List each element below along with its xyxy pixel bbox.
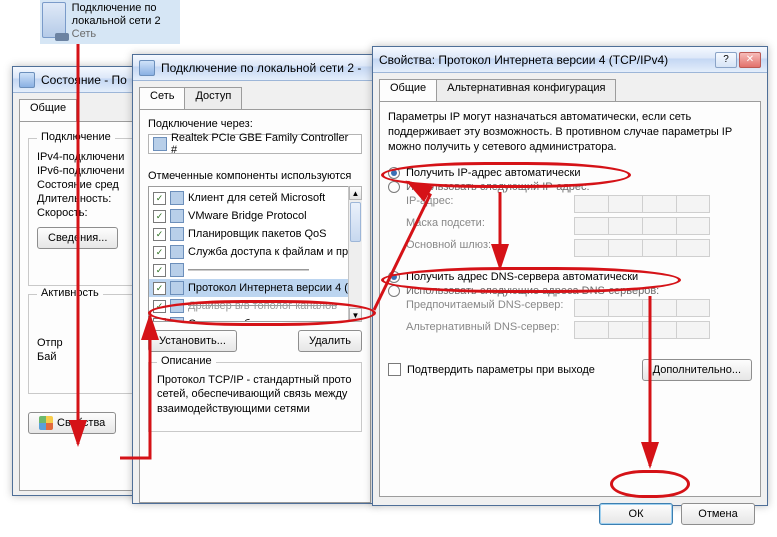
speed-label: Скорость: [37,207,88,219]
checkbox[interactable]: ✓ [153,192,166,205]
validate-checkbox[interactable] [388,363,401,376]
help-button[interactable]: ? [715,52,737,68]
list-item[interactable]: ✓——————————— [149,261,361,279]
validate-label: Подтвердить параметры при выходе [407,364,595,376]
dns2-field [574,321,724,339]
scroll-thumb[interactable] [350,202,361,242]
status-window: Состояние - По Общие Подключение IPv4-по… [12,66,152,496]
ip-label: IP-адрес: [406,195,566,213]
component-icon [170,245,184,259]
checkbox[interactable]: ✓ [153,264,166,277]
list-item-tcpipv4[interactable]: ✓Протокол Интернета версии 4 ( [149,279,361,297]
status-title: Состояние - По [41,73,127,87]
cancel-button[interactable]: Отмена [681,503,755,525]
checkbox[interactable]: ✓ [153,300,166,313]
dns2-label: Альтернативный DNS-сервер: [406,321,566,339]
adapter-name: Realtek PCIe GBE Family Controller # [171,132,357,156]
close-button[interactable]: ✕ [739,52,761,68]
radio-ip-manual-label: Использовать следующий IP-адрес: [406,181,590,193]
components-label: Отмеченные компоненты используются [148,170,362,182]
group-connection: Подключение [37,131,115,143]
media-label: Состояние сред [37,179,119,191]
intro-text: Параметры IP могут назначаться автоматич… [388,110,752,155]
ipv4-title: Свойства: Протокол Интернета версии 4 (T… [379,53,668,67]
radio-ip-manual[interactable] [388,181,400,193]
list-item[interactable]: ✓Ответчик обнаружения тополог [149,315,361,322]
advanced-button[interactable]: Дополнительно... [642,359,752,381]
sent-label: Отпр [37,337,63,349]
gw-label: Основной шлюз: [406,239,566,257]
radio-dns-manual-label: Использовать следующие адреса DNS-сервер… [406,285,659,297]
description-text: Протокол TCP/IP - стандартный прото сете… [157,373,353,416]
duration-label: Длительность: [37,193,111,205]
ipv4-label: IPv4-подключени [37,151,124,163]
connection-name: Подключение по локальной сети 2 [72,2,178,28]
mask-label: Маска подсети: [406,217,566,235]
desktop-network-icon[interactable]: Подключение по локальной сети 2 Сеть [40,0,180,44]
desktop-icon-label: Подключение по локальной сети 2 Сеть [72,2,178,42]
radio-ip-auto-label: Получить IP-адрес автоматически [406,167,580,179]
tab-general[interactable]: Общие [379,79,437,101]
tab-access[interactable]: Доступ [184,87,242,109]
components-listbox[interactable]: ✓Клиент для сетей Microsoft ✓VMware Brid… [148,186,362,322]
tab-network[interactable]: Сеть [139,87,185,109]
ipv4-properties-window: Свойства: Протокол Интернета версии 4 (T… [372,46,768,506]
description-legend: Описание [157,355,216,367]
list-item[interactable]: ✓Клиент для сетей Microsoft [149,189,361,207]
properties-button[interactable]: Свойства [28,412,116,434]
bytes-label: Бай [37,351,56,363]
list-item[interactable]: ✓Драйвер в/в тополог каналов [149,297,361,315]
component-icon [170,317,184,322]
radio-dns-manual[interactable] [388,285,400,297]
component-icon [170,227,184,241]
monitor-icon [42,2,66,38]
list-item[interactable]: ✓Планировщик пакетов QoS [149,225,361,243]
shield-icon [39,416,53,430]
checkbox[interactable]: ✓ [153,228,166,241]
listbox-scrollbar[interactable]: ▲ ▼ [348,186,362,322]
radio-dns-auto[interactable] [388,271,400,283]
component-icon [170,191,184,205]
list-item[interactable]: ✓VMware Bridge Protocol [149,207,361,225]
connection-icon [19,72,35,88]
checkbox[interactable]: ✓ [153,246,166,259]
nic-icon [153,137,167,151]
component-icon [170,209,184,223]
connection-type: Сеть [72,28,178,41]
install-button[interactable]: Установить... [148,330,237,352]
ok-button[interactable]: ОК [599,503,673,525]
checkbox[interactable]: ✓ [153,282,166,295]
radio-dns-auto-label: Получить адрес DNS-сервера автоматически [406,271,638,283]
tab-alt-config[interactable]: Альтернативная конфигурация [436,79,616,101]
connect-using-label: Подключение через: [148,118,362,130]
list-item[interactable]: ✓Служба доступа к файлам и при [149,243,361,261]
radio-ip-auto[interactable] [388,167,400,179]
props-titlebar[interactable]: Подключение по локальной сети 2 - [133,55,377,81]
status-titlebar[interactable]: Состояние - По [13,67,151,93]
ip-field [574,195,724,213]
component-icon [170,263,184,277]
scroll-down[interactable]: ▼ [349,308,362,322]
component-icon [170,281,184,295]
ipv4-titlebar[interactable]: Свойства: Протокол Интернета версии 4 (T… [373,47,767,73]
checkbox[interactable]: ✓ [153,318,166,323]
component-icon [170,299,184,313]
properties-button-label: Свойства [57,417,105,429]
group-activity: Активность [37,287,103,299]
ipv6-label: IPv6-подключени [37,165,124,177]
details-button[interactable]: Сведения... [37,227,118,249]
dns1-label: Предпочитаемый DNS-сервер: [406,299,566,317]
scroll-up[interactable]: ▲ [349,186,362,200]
connection-icon [139,60,155,76]
tab-general[interactable]: Общие [19,99,77,121]
mask-field [574,217,724,235]
adapter-field: Realtek PCIe GBE Family Controller # [148,134,362,154]
remove-button[interactable]: Удалить [298,330,362,352]
gw-field [574,239,724,257]
connection-properties-window: Подключение по локальной сети 2 - Сеть Д… [132,54,378,504]
checkbox[interactable]: ✓ [153,210,166,223]
props-title: Подключение по локальной сети 2 - [161,61,361,75]
dns1-field [574,299,724,317]
